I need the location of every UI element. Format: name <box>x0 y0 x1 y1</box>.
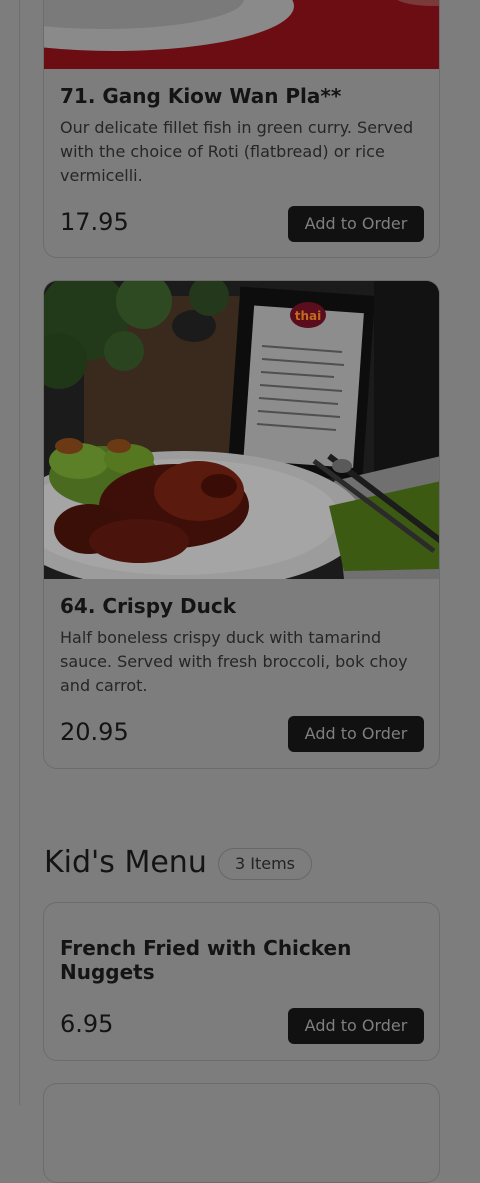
menu-item-price: 6.95 <box>60 1010 114 1038</box>
menu-item-title: 64. Crispy Duck <box>60 594 237 618</box>
menu-item-title: 71. Gang Kiow Wan Pla** <box>60 84 342 108</box>
menu-item-price: 17.95 <box>60 208 129 236</box>
add-to-order-button[interactable]: Add to Order <box>288 206 424 242</box>
add-to-order-button[interactable]: Add to Order <box>288 716 424 752</box>
menu-item-image <box>44 0 439 69</box>
menu-item-price: 20.95 <box>60 718 129 746</box>
menu-item-card[interactable] <box>43 1083 440 1183</box>
menu-item-title: French Fried with Chicken Nuggets <box>60 936 352 984</box>
menu-item-description: Our delicate fillet fish in green curry.… <box>60 118 414 185</box>
content-left-border <box>19 0 20 1105</box>
item-count-badge: 3 Items <box>218 848 312 880</box>
add-to-order-button[interactable]: Add to Order <box>288 1008 424 1044</box>
menu-item-card[interactable]: 71. Gang Kiow Wan Pla** Our delicate fil… <box>43 0 440 258</box>
menu-logo-text: thai <box>295 309 322 323</box>
menu-item-image: thai <box>44 281 439 579</box>
section-title: Kid's Menu <box>44 845 207 880</box>
menu-item-card[interactable]: French Fried with Chicken Nuggets 6.95 A… <box>43 902 440 1061</box>
menu-item-card[interactable]: thai 64. Crispy Duck Half boneless crisp… <box>43 280 440 769</box>
menu-item-description: Half boneless crispy duck with tamarind … <box>60 628 408 695</box>
